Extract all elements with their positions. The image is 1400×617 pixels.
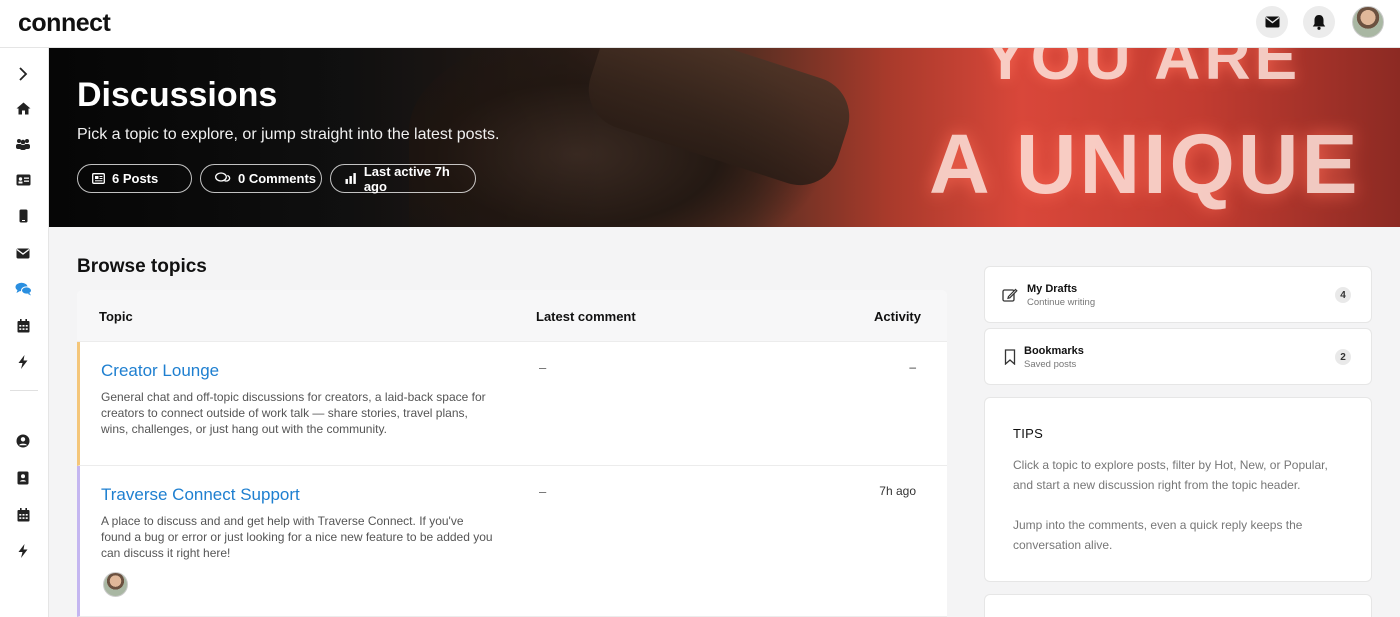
topic-description: A place to discuss and and get help with… [101,514,493,560]
chevron-right-icon[interactable] [14,65,32,83]
groups-icon[interactable] [14,135,32,153]
comments-stat-pill: 0 Comments [200,164,322,193]
bolt-icon[interactable] [14,542,32,560]
column-header-activity: Activity [874,309,921,324]
bookmarks-subtitle: Saved posts [1024,359,1077,370]
sidebar [0,48,49,617]
tips-paragraph: Jump into the comments, even a quick rep… [1013,518,1303,552]
activity-time: – [909,360,916,374]
drafts-title: My Drafts [1027,283,1078,295]
table-row[interactable]: Creator Lounge General chat and off-topi… [77,342,947,466]
bookmarks-title: Bookmarks [1024,345,1084,357]
calendar-icon[interactable] [14,506,32,524]
sidebar-divider [10,390,38,391]
posts-stat-pill: 6 Posts [77,164,192,193]
participant-avatar[interactable] [103,572,128,597]
comments-count: 0 Comments [238,171,317,186]
tips-heading: TIPS [1013,426,1044,441]
comments-icon [215,172,231,182]
neon-line-2: A UNIQUE [929,117,1361,211]
calendar-icon[interactable] [14,317,32,335]
user-circle-icon[interactable] [14,432,32,450]
contact-book-icon[interactable] [14,469,32,487]
latest-comment: – [539,484,547,499]
topic-title-link[interactable]: Traverse Connect Support [101,485,300,505]
sidebar-card [984,594,1372,617]
top-bar: connect [0,0,1400,48]
id-card-icon[interactable] [14,171,32,189]
phone-icon[interactable] [14,207,32,225]
mail-icon [1265,16,1279,28]
browse-topics-heading: Browse topics [77,256,207,277]
my-drafts-card[interactable]: My Drafts Continue writing 4 [984,266,1372,323]
column-header-topic: Topic [99,309,133,324]
neon-line-1: YOU ARE [984,48,1302,93]
tips-paragraph: Click a topic to explore posts, filter b… [1013,458,1328,492]
posts-count: 6 Posts [112,171,159,186]
page-title: Discussions [77,76,278,114]
bell-icon [1312,15,1326,30]
user-avatar[interactable] [1352,6,1384,38]
bookmarks-count-badge: 2 [1335,349,1351,365]
connect-logo[interactable]: connect [18,9,111,38]
mail-icon[interactable] [14,244,32,262]
mail-button[interactable] [1256,6,1288,38]
edit-icon [1002,288,1018,302]
bookmark-icon [1004,349,1016,365]
last-active-stat-pill: Last active 7h ago [330,163,476,194]
tips-card: TIPS Click a topic to explore posts, fil… [984,397,1372,582]
topic-description: General chat and off-topic discussions f… [101,390,486,436]
bolt-icon[interactable] [14,353,32,371]
table-row[interactable]: Traverse Connect Support A place to disc… [77,466,947,617]
drafts-subtitle: Continue writing [1027,297,1096,308]
hero-neon-sign: YOU ARE A UNIQUE [929,48,1399,227]
home-icon[interactable] [14,99,32,117]
last-active-text: Last active 7h ago [363,163,450,194]
notifications-button[interactable] [1303,6,1335,38]
page-subtitle: Pick a topic to explore, or jump straigh… [77,126,500,143]
topics-table-header: Topic Latest comment Activity [77,290,947,342]
hero-banner: YOU ARE A UNIQUE Discussions Pick a topi… [49,48,1400,227]
bookmarks-card[interactable]: Bookmarks Saved posts 2 [984,328,1372,385]
topic-title-link[interactable]: Creator Lounge [101,361,219,381]
activity-time: 7h ago [879,484,916,498]
latest-comment: – [539,360,547,375]
column-header-latest-comment: Latest comment [536,309,636,324]
discussions-icon[interactable] [14,280,32,298]
topics-table: Topic Latest comment Activity Creator Lo… [77,290,947,617]
newspaper-icon [92,173,105,184]
bar-chart-icon [345,173,356,184]
drafts-count-badge: 4 [1335,287,1351,303]
